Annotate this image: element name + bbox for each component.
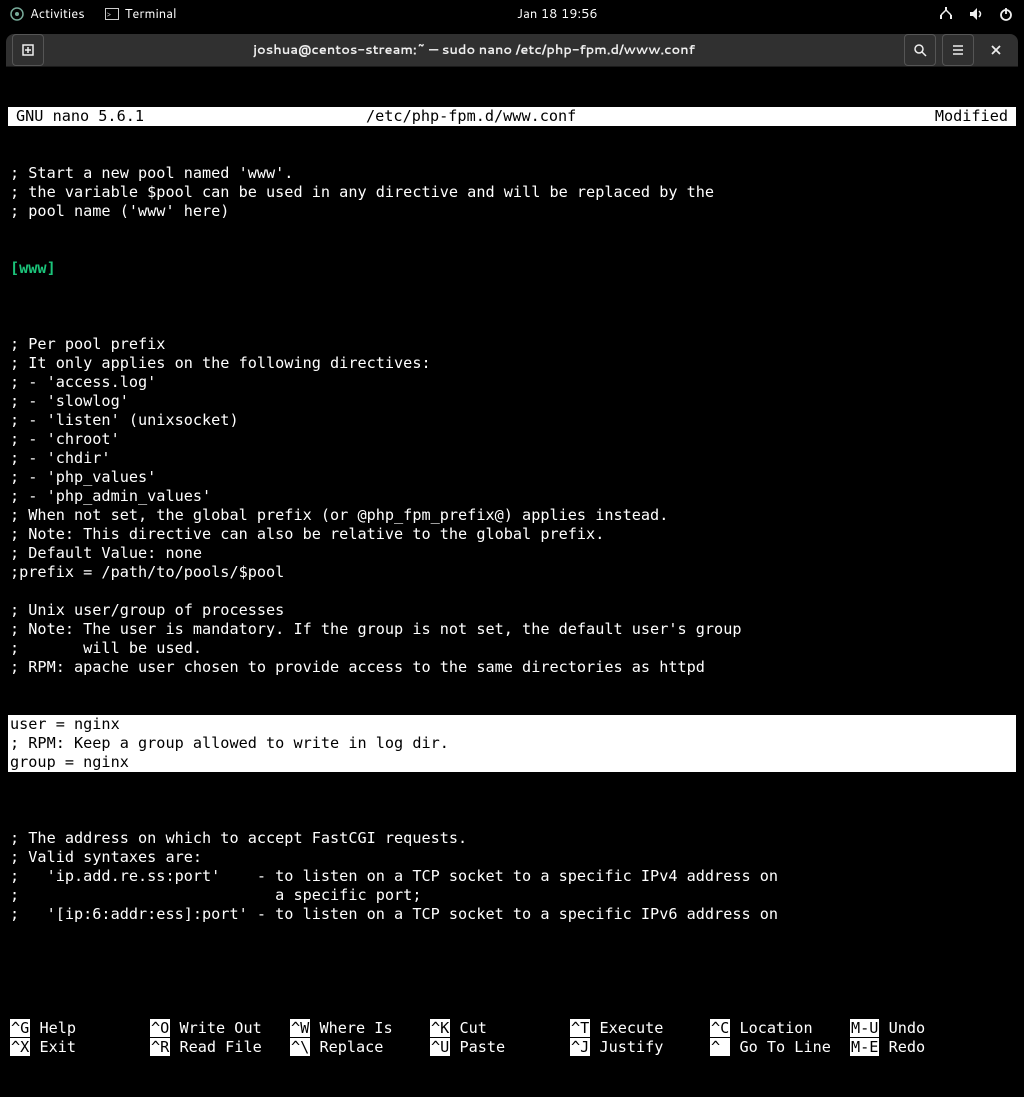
editor-line: ; The address on which to accept FastCGI… <box>8 829 1016 848</box>
editor-line: ; a specific port; <box>8 886 1016 905</box>
new-tab-button[interactable] <box>12 34 44 66</box>
window-title: joshua@centos-stream:~ — sudo nano /etc/… <box>50 41 898 59</box>
editor-line: ; '[ip:6:addr:ess]:port' - to listen on … <box>8 905 1016 924</box>
editor-line: ; Note: This directive can also be relat… <box>8 525 1016 544</box>
editor-line: ; It only applies on the following direc… <box>8 354 1016 373</box>
shortcut-hint: ^R Read File <box>150 1038 290 1057</box>
editor-line: ; 'ip.add.re.ss:port' - to listen on a T… <box>8 867 1016 886</box>
app-menu-terminal[interactable]: Terminal <box>105 5 177 23</box>
editor-line: ; - 'php_values' <box>8 468 1016 487</box>
editor-line: ; RPM: apache user chosen to provide acc… <box>8 658 1016 677</box>
editor-line: ; - 'listen' (unixsocket) <box>8 411 1016 430</box>
editor-line: ; pool name ('www' here) <box>8 202 1016 221</box>
volume-icon[interactable] <box>968 6 984 22</box>
editor-line-highlighted: ; RPM: Keep a group allowed to write in … <box>10 734 1014 753</box>
editor-line: ; Per pool prefix <box>8 335 1016 354</box>
editor-line <box>8 810 1016 829</box>
nano-shortcuts: ^G Help^O Write Out^W Where Is^K Cut^T E… <box>8 1019 1016 1057</box>
highlighted-selection: user = nginx; RPM: Keep a group allowed … <box>8 715 1016 772</box>
nano-version: GNU nano 5.6.1 <box>16 107 366 126</box>
window-titlebar: joshua@centos-stream:~ — sudo nano /etc/… <box>6 34 1018 67</box>
terminal-icon <box>105 8 119 20</box>
editor-line <box>8 316 1016 335</box>
editor-line: ; Note: The user is mandatory. If the gr… <box>8 620 1016 639</box>
nano-status: Modified <box>858 107 1008 126</box>
nano-filepath: /etc/php-fpm.d/www.conf <box>366 107 858 126</box>
editor-line: ; will be used. <box>8 639 1016 658</box>
shortcut-hint: ^J Justify <box>570 1038 710 1057</box>
editor-line: ; When not set, the global prefix (or @p… <box>8 506 1016 525</box>
activities-icon <box>10 7 24 21</box>
editor-line: ; the variable $pool can be used in any … <box>8 183 1016 202</box>
editor-line: ; - 'slowlog' <box>8 392 1016 411</box>
editor-line-highlighted: group = nginx <box>10 753 1014 772</box>
shortcut-hint: ^W Where Is <box>290 1019 430 1038</box>
activities-button[interactable]: Activities <box>10 5 85 23</box>
section-header: [www] <box>8 259 1016 278</box>
editor-line: ; Start a new pool named 'www'. <box>8 164 1016 183</box>
shortcut-hint: ^O Write Out <box>150 1019 290 1038</box>
shortcut-hint: ^G Help <box>10 1019 150 1038</box>
editor-line: ; Default Value: none <box>8 544 1016 563</box>
shortcut-hint: ^T Execute <box>570 1019 710 1038</box>
terminal-window: joshua@centos-stream:~ — sudo nano /etc/… <box>6 34 1018 764</box>
editor-line: ; Valid syntaxes are: <box>8 848 1016 867</box>
nano-header: GNU nano 5.6.1 /etc/php-fpm.d/www.conf M… <box>8 107 1016 126</box>
editor-line: ; - 'php_admin_values' <box>8 487 1016 506</box>
clock[interactable]: Jan 18 19:56 <box>517 5 598 23</box>
activities-label: Activities <box>30 5 85 23</box>
terminal-content[interactable]: GNU nano 5.6.1 /etc/php-fpm.d/www.conf M… <box>6 67 1018 1097</box>
close-button[interactable] <box>980 34 1012 66</box>
editor-line: ; Unix user/group of processes <box>8 601 1016 620</box>
power-icon[interactable] <box>998 6 1014 22</box>
search-button[interactable] <box>904 34 936 66</box>
shortcut-hint: ^ Go To Line <box>710 1038 850 1057</box>
app-menu-label: Terminal <box>125 5 177 23</box>
editor-line: ; - 'chroot' <box>8 430 1016 449</box>
shortcut-hint: ^U Paste <box>430 1038 570 1057</box>
shortcut-hint: ^X Exit <box>10 1038 150 1057</box>
gnome-topbar: Activities Terminal Jan 18 19:56 <box>0 0 1024 28</box>
editor-line: ;prefix = /path/to/pools/$pool <box>8 563 1016 582</box>
editor-line: ; - 'access.log' <box>8 373 1016 392</box>
editor-line <box>8 582 1016 601</box>
shortcut-hint: M-E Redo <box>850 1038 950 1057</box>
editor-line: ; - 'chdir' <box>8 449 1016 468</box>
shortcut-hint: ^C Location <box>710 1019 850 1038</box>
shortcut-hint: ^K Cut <box>430 1019 570 1038</box>
editor-line-highlighted: user = nginx <box>10 715 1014 734</box>
network-icon[interactable] <box>938 6 954 22</box>
menu-button[interactable] <box>942 34 974 66</box>
shortcut-hint: M-U Undo <box>850 1019 950 1038</box>
shortcut-hint: ^\ Replace <box>290 1038 430 1057</box>
